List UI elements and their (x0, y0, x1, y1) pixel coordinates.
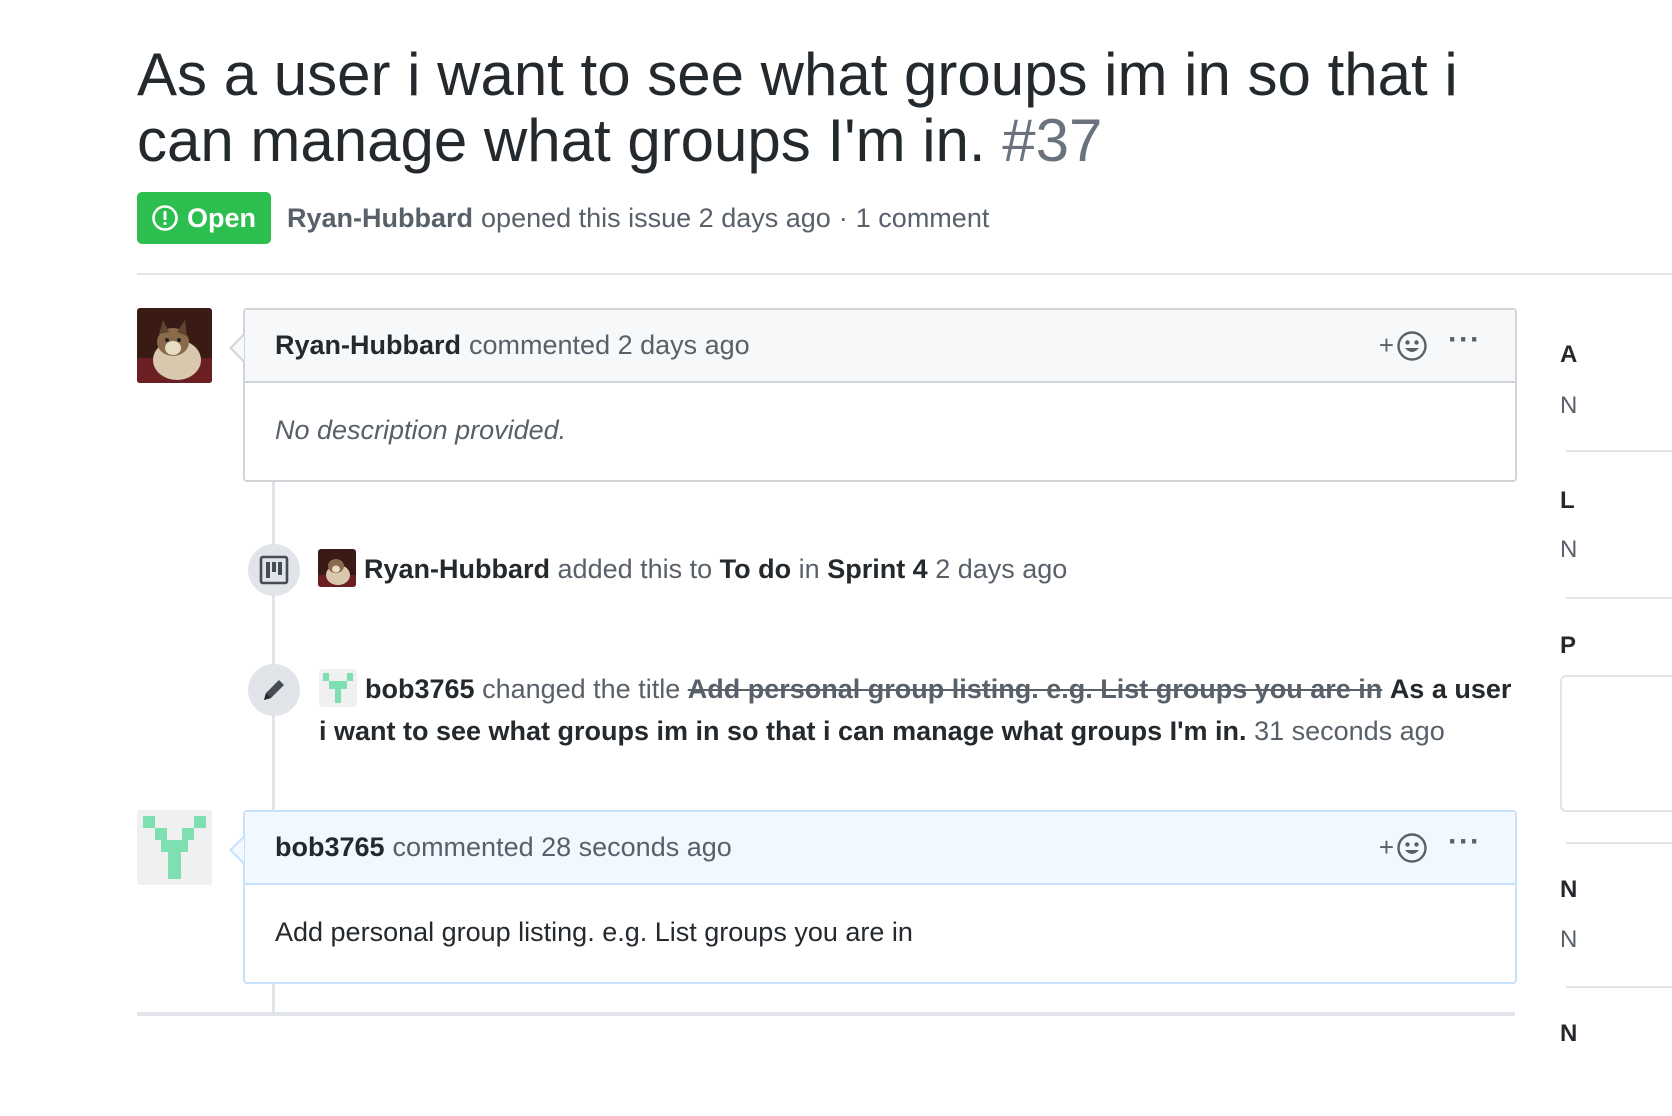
comment-arrow (229, 334, 244, 362)
sidebar-divider (1566, 986, 1672, 988)
comment-author-link[interactable]: bob3765 (275, 832, 385, 863)
comment-header: bob3765 commented 28 seconds ago + ··· (245, 812, 1515, 885)
comment-actions: + ··· (1379, 812, 1481, 883)
issue-page: As a user i want to see what groups im i… (0, 0, 1672, 1116)
event-text-rename: bob3765 changed the title Add personal g… (319, 668, 1519, 752)
issue-author-link[interactable]: Ryan-Hubbard (287, 203, 473, 234)
comment-timestamp[interactable]: commented 2 days ago (469, 330, 750, 361)
issue-opened-icon (152, 205, 178, 231)
more-options-button[interactable]: ··· (1448, 324, 1481, 355)
comment-body: Add personal group listing. e.g. List gr… (275, 917, 913, 947)
opened-text: opened this issue 2 days ago (481, 202, 831, 233)
state-label: Open (187, 202, 257, 233)
comment-bob3765: bob3765 commented 28 seconds ago + ··· A… (229, 810, 1517, 984)
smiley-icon (1397, 832, 1427, 863)
comment-body: No description provided. (275, 415, 567, 445)
sidebar-value-fragment: N (1560, 392, 1578, 419)
discussion-bottom-divider (137, 1012, 1515, 1016)
sidebar-divider (1566, 842, 1672, 844)
event-added-text: added this to (557, 554, 713, 584)
add-reaction-button[interactable]: + (1379, 832, 1428, 864)
smiley-icon (1397, 330, 1427, 361)
issue-title-text: As a user i want to see what groups im i… (137, 41, 1458, 174)
sidebar-divider (1566, 450, 1672, 452)
sidebar-value-fragment: N (1560, 536, 1578, 563)
header-divider (137, 273, 1672, 275)
state-badge: Open (137, 192, 272, 244)
sidebar-heading-fragment: A (1560, 341, 1578, 368)
event-badge-project (248, 544, 300, 596)
sidebar-divider (1566, 597, 1672, 599)
event-badge-rename (248, 664, 300, 716)
event-actor-link[interactable]: Ryan-Hubbard (364, 554, 550, 584)
comment-count: 1 comment (855, 202, 990, 233)
add-reaction-button[interactable]: + (1379, 330, 1428, 362)
plus-label: + (1378, 330, 1395, 360)
meta-separator: · (838, 202, 848, 233)
mini-avatar-bob3765[interactable] (319, 668, 357, 707)
sidebar-heading-fragment: N (1560, 876, 1578, 903)
issue-meta: Open Ryan-Hubbard opened this issue 2 da… (137, 192, 989, 244)
avatar-bob3765[interactable] (137, 810, 212, 885)
event-text-project: Ryan-Hubbard added this to To do in Spri… (318, 548, 1518, 590)
comment-actions: + ··· (1379, 310, 1481, 381)
issue-title: As a user i want to see what groups im i… (137, 42, 1557, 174)
sidebar-project-card[interactable] (1560, 675, 1672, 812)
comment-ryan-hubbard: Ryan-Hubbard commented 2 days ago + ··· … (229, 308, 1517, 482)
project-icon (259, 555, 289, 585)
pencil-icon (264, 680, 284, 700)
event-actor-link[interactable]: bob3765 (365, 674, 475, 704)
avatar-ryan-hubbard[interactable] (137, 308, 212, 383)
comment-author-link[interactable]: Ryan-Hubbard (275, 330, 461, 361)
comment-header: Ryan-Hubbard commented 2 days ago + ··· (245, 310, 1515, 383)
mini-avatar-ryan-hubbard[interactable] (318, 548, 356, 587)
comment-arrow (229, 836, 244, 864)
more-options-button[interactable]: ··· (1448, 826, 1481, 857)
sidebar-heading-fragment: P (1560, 632, 1577, 659)
comment-timestamp[interactable]: commented 28 seconds ago (393, 832, 732, 863)
event-in-text: in (798, 554, 820, 584)
event-time[interactable]: 31 seconds ago (1254, 716, 1445, 746)
sidebar-value-fragment: N (1560, 926, 1578, 953)
event-time[interactable]: 2 days ago (935, 554, 1067, 584)
sidebar-heading-fragment: N (1560, 1020, 1578, 1047)
old-title: Add personal group listing. e.g. List gr… (687, 674, 1383, 704)
sidebar-heading-fragment: L (1560, 487, 1575, 514)
issue-number: #37 (1002, 107, 1103, 174)
project-name-link[interactable]: Sprint 4 (827, 554, 928, 584)
plus-label: + (1378, 832, 1395, 862)
project-column-link[interactable]: To do (720, 554, 791, 584)
event-changed-text: changed the title (482, 674, 681, 704)
